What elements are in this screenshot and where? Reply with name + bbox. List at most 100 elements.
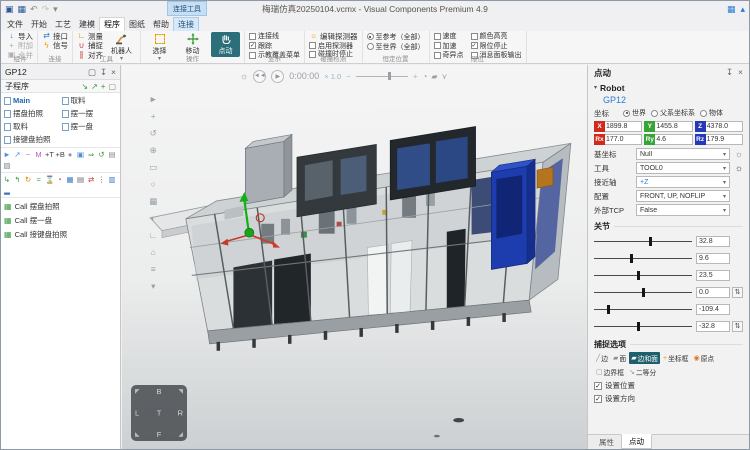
machine-3d-model[interactable] [122, 65, 587, 449]
statement-toolbar-icon[interactable]: +B [56, 150, 64, 159]
jog-field-dropdown[interactable]: TOOL0 ▾ [636, 162, 730, 174]
ribbon-tab[interactable]: 连接 [173, 17, 199, 31]
viewport-tool-icon[interactable]: ≡ [149, 265, 157, 274]
view-cube-top[interactable]: T [157, 409, 162, 418]
joint-slider[interactable] [594, 235, 692, 248]
coordinate-mode-radio[interactable]: 父系坐标系 [651, 109, 695, 118]
statement-toolbar-icon[interactable]: ► [3, 150, 11, 159]
panel-header-icon[interactable]: ↧ [726, 67, 733, 78]
statement-toolbar-icon[interactable]: ↳ [3, 175, 11, 184]
joint-slider[interactable] [594, 286, 692, 299]
subprogram-toolbar-icon[interactable]: ▢ [108, 82, 116, 91]
statement-toolbar-icon[interactable]: ↗ [14, 150, 22, 159]
joint-stepper-icon[interactable]: ⇅ [732, 321, 743, 332]
play-button[interactable]: ▶ [271, 70, 284, 83]
playback-extra-icon[interactable]: ▰ [431, 72, 437, 81]
view-cube-right[interactable]: R [178, 409, 183, 418]
joint-value-input[interactable]: 32.8 [696, 236, 730, 247]
joint-slider[interactable] [594, 320, 692, 333]
viewport-tool-icon[interactable]: ▭ [149, 163, 157, 172]
qat-icon[interactable]: ▾ [53, 4, 58, 14]
viewport-tool-icon[interactable]: ⌂ [149, 248, 157, 257]
snap-mode-button[interactable]: ↘ 二等分 [627, 366, 658, 378]
qat-icon[interactable]: ↷ [42, 4, 50, 14]
panel-header-icon[interactable]: × [111, 67, 116, 78]
slider-handle[interactable] [637, 271, 640, 280]
slider-handle[interactable] [642, 288, 645, 297]
viewport-tool-icon[interactable]: ⊕ [149, 146, 157, 155]
window-control-icon[interactable]: ▦ [727, 4, 736, 15]
view-cube-arrow-icon[interactable]: ◢ [178, 431, 183, 438]
ribbon-button[interactable]: ⇄ 接口 [42, 32, 68, 41]
subprogram-item[interactable]: 摆盘拍照 [4, 108, 60, 119]
view-cube-back[interactable]: B [156, 387, 161, 396]
statement-toolbar-icon[interactable]: ▤ [77, 175, 85, 184]
subprogram-item[interactable]: 取料 [4, 121, 60, 132]
statement-toolbar-icon[interactable]: ⋮ [98, 175, 106, 184]
statement-toolbar-icon[interactable]: +T [45, 150, 53, 159]
coordinate-value-input[interactable]: 4.6 [655, 134, 692, 145]
edit-detectors-button[interactable]: ☼ 编辑探测器 [309, 32, 358, 41]
speed-slider-handle[interactable] [388, 72, 391, 80]
qat-icon[interactable]: ▣ [5, 4, 14, 14]
window-control-icon[interactable]: ▴ [740, 4, 745, 15]
coordinate-value-input[interactable]: 1899.8 [605, 121, 642, 132]
statement-toolbar-icon[interactable]: ▤ [108, 150, 116, 159]
view-cube-front[interactable]: F [157, 430, 162, 439]
ribbon-button[interactable]: ∪ 捕捉 [77, 42, 103, 51]
show-option-checkbox[interactable]: 跟踪 [249, 42, 300, 51]
ribbon-button[interactable]: ∟ 测量 [77, 32, 103, 41]
speed-minus-button[interactable]: − [346, 72, 351, 81]
snap-mode-button[interactable]: ╱ 边 [594, 352, 610, 364]
slider-handle[interactable] [649, 237, 652, 246]
ribbon-button[interactable]: ϟ 信号 [42, 42, 68, 51]
statement-toolbar-icon[interactable]: ↺ [98, 150, 106, 159]
jog-field-dropdown[interactable]: False ▾ [636, 204, 730, 216]
viewport-tool-icon[interactable]: ▾ [149, 282, 157, 291]
viewport-tool-icon[interactable]: ◐ [149, 214, 157, 223]
snap-mode-button[interactable]: ◉ 原点 [691, 352, 716, 364]
reset-simulation-button[interactable]: ◄◄ [253, 70, 266, 83]
robot-section-header[interactable]: ▾ Robot [594, 81, 743, 94]
joint-slider[interactable] [594, 269, 692, 282]
coordinate-value-input[interactable]: 179.9 [706, 134, 743, 145]
subprogram-item[interactable]: 接键盘拍照 [4, 134, 60, 145]
snap-option-checkbox[interactable]: 设置方向 [594, 392, 743, 405]
ribbon-tab[interactable]: 图纸 [125, 17, 149, 31]
statement-toolbar-icon[interactable]: ▦ [66, 175, 74, 184]
snap-mode-button[interactable]: ▢ 边界框 [594, 366, 626, 378]
subprogram-toolbar-icon[interactable]: ↘ [81, 82, 88, 91]
joints-section-header[interactable]: 关节 [594, 219, 743, 233]
statement-toolbar-icon[interactable]: ⇄ [87, 175, 95, 184]
gear-icon[interactable]: ☼ [735, 163, 743, 173]
joint-slider[interactable] [594, 252, 692, 265]
speed-slider[interactable] [356, 70, 408, 82]
ribbon-tab[interactable]: 帮助 [149, 17, 173, 31]
view-cube-arrow-icon[interactable]: ◤ [135, 388, 140, 395]
coordinate-mode-radio[interactable]: 世界 [623, 109, 646, 118]
slider-handle[interactable] [607, 305, 610, 314]
statement-toolbar-icon[interactable]: ◔ [56, 175, 64, 184]
hold-position-radio[interactable]: 至参考（全部） [367, 32, 425, 41]
view-cube-arrow-icon[interactable]: ◣ [135, 431, 140, 438]
statement-toolbar-icon[interactable]: ≈ [35, 175, 43, 184]
limit-option-checkbox[interactable]: 限位停止 [471, 42, 522, 51]
statement-toolbar-icon[interactable]: ⌛ [45, 175, 53, 184]
coordinate-value-input[interactable]: 1455.8 [655, 121, 692, 132]
viewport-3d[interactable]: ☼ ◄◄ ▶ 0:00:00 × 1.0 − + ◔▰⋎ ►+↺⊕▭○▦◐∟⌂≡… [122, 65, 587, 449]
robot-name[interactable]: GP12 [594, 94, 743, 106]
statement-toolbar-icon[interactable]: ▥ [108, 175, 116, 184]
viewport-tool-icon[interactable]: + [149, 112, 157, 121]
ribbon-tab[interactable]: 文件 [3, 17, 27, 31]
statement-toolbar-icon[interactable]: ↰ [14, 175, 22, 184]
subprogram-toolbar-icon[interactable]: + [101, 82, 106, 91]
playback-extra-icon[interactable]: ◔ [423, 72, 428, 81]
gear-icon[interactable]: ☼ [735, 149, 743, 159]
snap-mode-button[interactable]: ▰ 边和面 [629, 352, 660, 364]
view-cube-left[interactable]: L [135, 409, 139, 418]
hold-position-radio[interactable]: 至世界（全部） [367, 42, 425, 51]
panel-header-icon[interactable]: ▢ [88, 67, 96, 78]
statement-row[interactable]: ▦ Call 摆盘拍照 [4, 201, 117, 212]
statement-row[interactable]: ▦ Call 摆一盘 [4, 215, 117, 226]
snap-mode-button[interactable]: ▰ 面 [611, 352, 628, 364]
